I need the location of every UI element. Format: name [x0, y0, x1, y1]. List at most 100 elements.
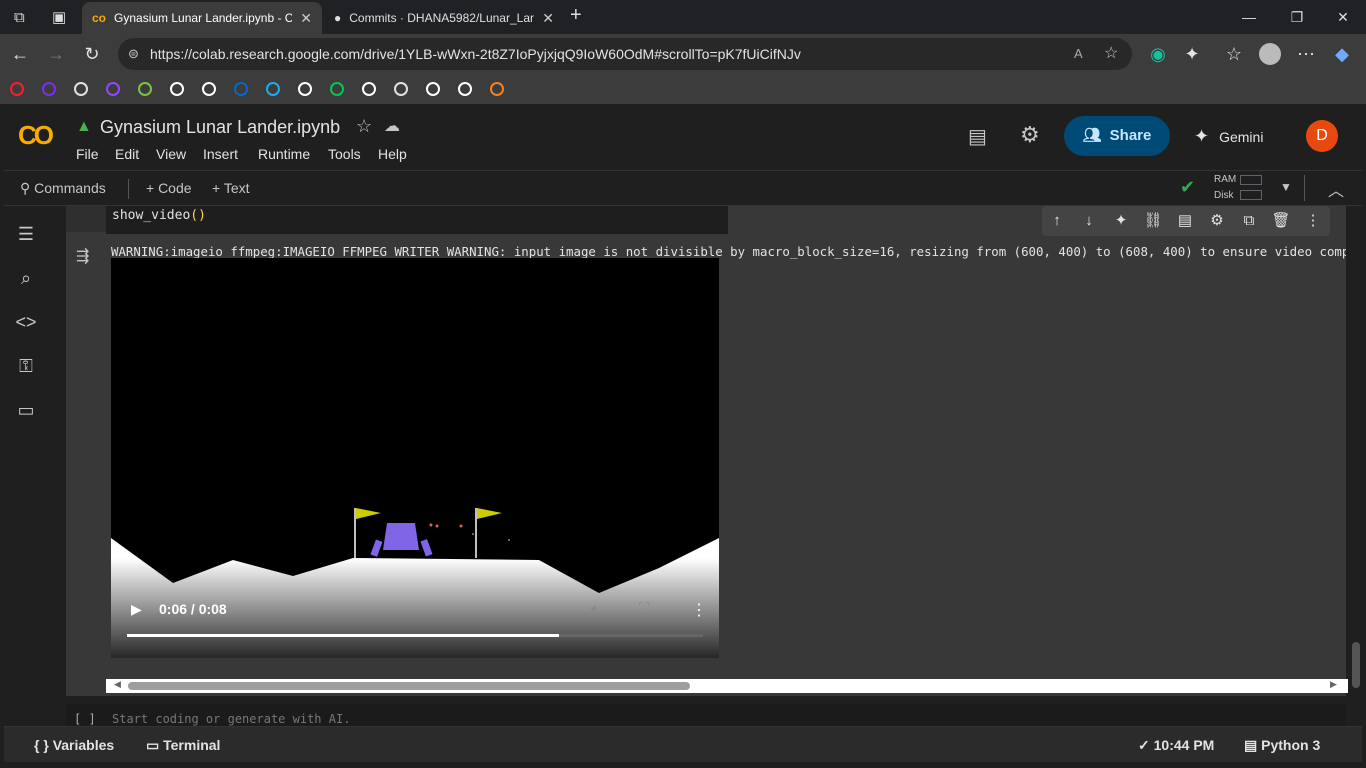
execution-status[interactable]: ✓ 10:44 PM — [1138, 737, 1214, 754]
hi-icon[interactable] — [330, 82, 344, 96]
close-icon[interactable]: ✕ — [300, 10, 312, 27]
url-input[interactable]: ⊜ https://colab.research.google.com/driv… — [118, 38, 1132, 70]
comment-icon[interactable]: ▤ — [1175, 211, 1195, 231]
cell-settings-icon[interactable]: ⚙ — [1207, 211, 1227, 231]
code-cell[interactable]: show_video() ↑ ↓ ✦ ⛓ ▤ ⚙ ⧉ 🗑︎ ⋮ ⇶ WARNIN… — [66, 206, 1348, 696]
menu-file[interactable]: File — [76, 146, 99, 162]
menu-view[interactable]: View — [156, 146, 186, 162]
ram-bar[interactable] — [1240, 175, 1262, 185]
share-button[interactable]: 👥︎ Share — [1064, 116, 1170, 156]
grammarly-icon[interactable]: ◉ — [1146, 42, 1170, 66]
add-code-button[interactable]: + Code — [146, 180, 192, 196]
refresh-icon[interactable]: ↻ — [80, 42, 104, 66]
settings-gear-icon[interactable]: ⚙ — [1020, 122, 1040, 148]
workspaces-icon[interactable]: ⧉ — [14, 9, 25, 26]
dots-icon[interactable] — [362, 82, 376, 96]
scroll-right-icon[interactable]: ▶ — [1330, 679, 1337, 690]
linkedin-icon[interactable] — [234, 82, 248, 96]
favorite-star-icon[interactable]: ☆ — [1104, 38, 1118, 70]
variables-button[interactable]: { } Variables — [34, 737, 114, 753]
find-icon[interactable]: ⌕ — [14, 268, 38, 292]
video-progress-track[interactable] — [127, 634, 703, 637]
gemini-sparkle-icon[interactable]: ✦ — [1111, 211, 1131, 231]
move-down-icon[interactable]: ↓ — [1079, 211, 1099, 231]
kernel-button[interactable]: ▤ Python 3 — [1244, 737, 1320, 754]
comments-icon[interactable]: ▤ — [968, 124, 987, 149]
link-icon[interactable]: ⛓ — [1143, 211, 1163, 231]
scrollbar-thumb[interactable] — [128, 682, 690, 690]
table-of-contents-icon[interactable]: ☰ — [14, 224, 38, 248]
code-snippets-icon[interactable]: <> — [14, 312, 38, 336]
more-options-icon[interactable]: ⋮ — [1303, 211, 1323, 231]
commands-button[interactable]: ⚲ Commands — [20, 180, 106, 197]
scroll-left-icon[interactable]: ◀ — [114, 679, 121, 690]
globe-icon[interactable] — [394, 82, 408, 96]
disk-bar[interactable] — [1240, 190, 1262, 200]
stack-icon[interactable] — [490, 82, 504, 96]
cell-gutter[interactable] — [66, 206, 106, 232]
mirror-cell-icon[interactable]: ⧉ — [1239, 211, 1259, 231]
github-icon[interactable] — [426, 82, 440, 96]
tab-colab[interactable]: co Gynasium Lunar Lander.ipynb - Colab ✕ — [82, 2, 322, 34]
volume-icon[interactable]: 🔈︎ — [591, 600, 600, 617]
forward-icon[interactable]: → — [44, 42, 68, 66]
menu-runtime[interactable]: Runtime — [258, 146, 310, 162]
play-icon[interactable]: ▶ — [131, 601, 142, 618]
extensions-icon[interactable]: ✦ — [1180, 42, 1204, 66]
video-player[interactable]: ▶ 0:06 / 0:08 🔈︎ ⛶ ⋮ — [111, 258, 719, 658]
read-aloud-icon[interactable]: A — [1074, 38, 1083, 70]
add-text-button[interactable]: + Text — [212, 180, 250, 196]
move-up-icon[interactable]: ↑ — [1047, 211, 1067, 231]
leaf-icon[interactable] — [138, 82, 152, 96]
copilot-icon[interactable]: ◆ — [1330, 42, 1354, 66]
back-icon[interactable]: ← — [8, 42, 32, 66]
user-avatar[interactable]: D — [1306, 120, 1338, 152]
delete-icon[interactable]: 🗑︎ — [1271, 211, 1291, 231]
code-line[interactable]: show_video() — [112, 208, 206, 223]
close-window-button[interactable]: ✕ — [1320, 4, 1366, 30]
gemini-label: Gemini — [1219, 129, 1264, 145]
new-tab-button[interactable]: + — [570, 4, 582, 27]
gemini-button[interactable]: ✦ Gemini — [1194, 126, 1263, 147]
colab-tab-icon: co — [92, 11, 107, 25]
menu-insert[interactable]: Insert — [203, 146, 238, 162]
menu-edit[interactable]: Edit — [115, 146, 139, 162]
tab-actions-icon[interactable]: ▣ — [52, 8, 66, 26]
menu-tools[interactable]: Tools — [328, 146, 361, 162]
circle-six-icon[interactable] — [202, 82, 216, 96]
terminal-button[interactable]: ▭ Terminal — [146, 737, 220, 754]
profile-icon[interactable] — [1258, 42, 1282, 66]
restore-button[interactable]: ❐ — [1274, 4, 1320, 30]
opera-icon[interactable] — [10, 82, 24, 96]
favorites-icon[interactable]: ☆ — [1222, 42, 1246, 66]
site-info-icon[interactable]: ⊜ — [128, 38, 139, 70]
secrets-key-icon[interactable]: ⚿ — [14, 356, 38, 380]
grid-icon[interactable] — [74, 82, 88, 96]
collapse-header-icon[interactable]: ︿ — [1328, 177, 1344, 201]
resources-dropdown-icon[interactable]: ▼ — [1280, 180, 1292, 194]
tab-github-commits[interactable]: ● Commits · DHANA5982/Lunar_Lander ✕ — [324, 2, 564, 34]
files-folder-icon[interactable]: ▭ — [14, 400, 38, 424]
output-actions-icon[interactable]: ⇶ — [76, 246, 89, 266]
u-icon[interactable] — [42, 82, 56, 96]
vscode-icon[interactable] — [266, 82, 280, 96]
menu-help[interactable]: Help — [378, 146, 407, 162]
video-options-icon[interactable]: ⋮ — [691, 600, 707, 620]
empty-code-cell[interactable]: [ ] Start coding or generate with AI. — [66, 704, 1346, 726]
twitch-icon[interactable] — [106, 82, 120, 96]
notion-icon[interactable] — [170, 82, 184, 96]
page-scrollbar-thumb[interactable] — [1352, 642, 1360, 688]
more-menu-icon[interactable]: ⋯ — [1294, 42, 1318, 66]
cloud-saved-icon[interactable]: ☁ — [384, 116, 400, 136]
slash-icon[interactable] — [298, 82, 312, 96]
star-icon[interactable]: ☆ — [356, 116, 372, 137]
github-alt-icon[interactable] — [458, 82, 472, 96]
minimize-button[interactable]: — — [1226, 4, 1272, 30]
fullscreen-icon[interactable]: ⛶ — [639, 600, 650, 617]
close-icon[interactable]: ✕ — [542, 10, 554, 27]
address-bar-row: ← → ↻ ⊜ https://colab.research.google.co… — [0, 34, 1366, 74]
notebook-title[interactable]: Gynasium Lunar Lander.ipynb — [100, 117, 340, 138]
colab-logo[interactable]: CO — [18, 120, 54, 151]
people-icon: 👥︎ — [1082, 127, 1102, 144]
output-horizontal-scrollbar[interactable]: ◀ ▶ — [106, 679, 1348, 693]
